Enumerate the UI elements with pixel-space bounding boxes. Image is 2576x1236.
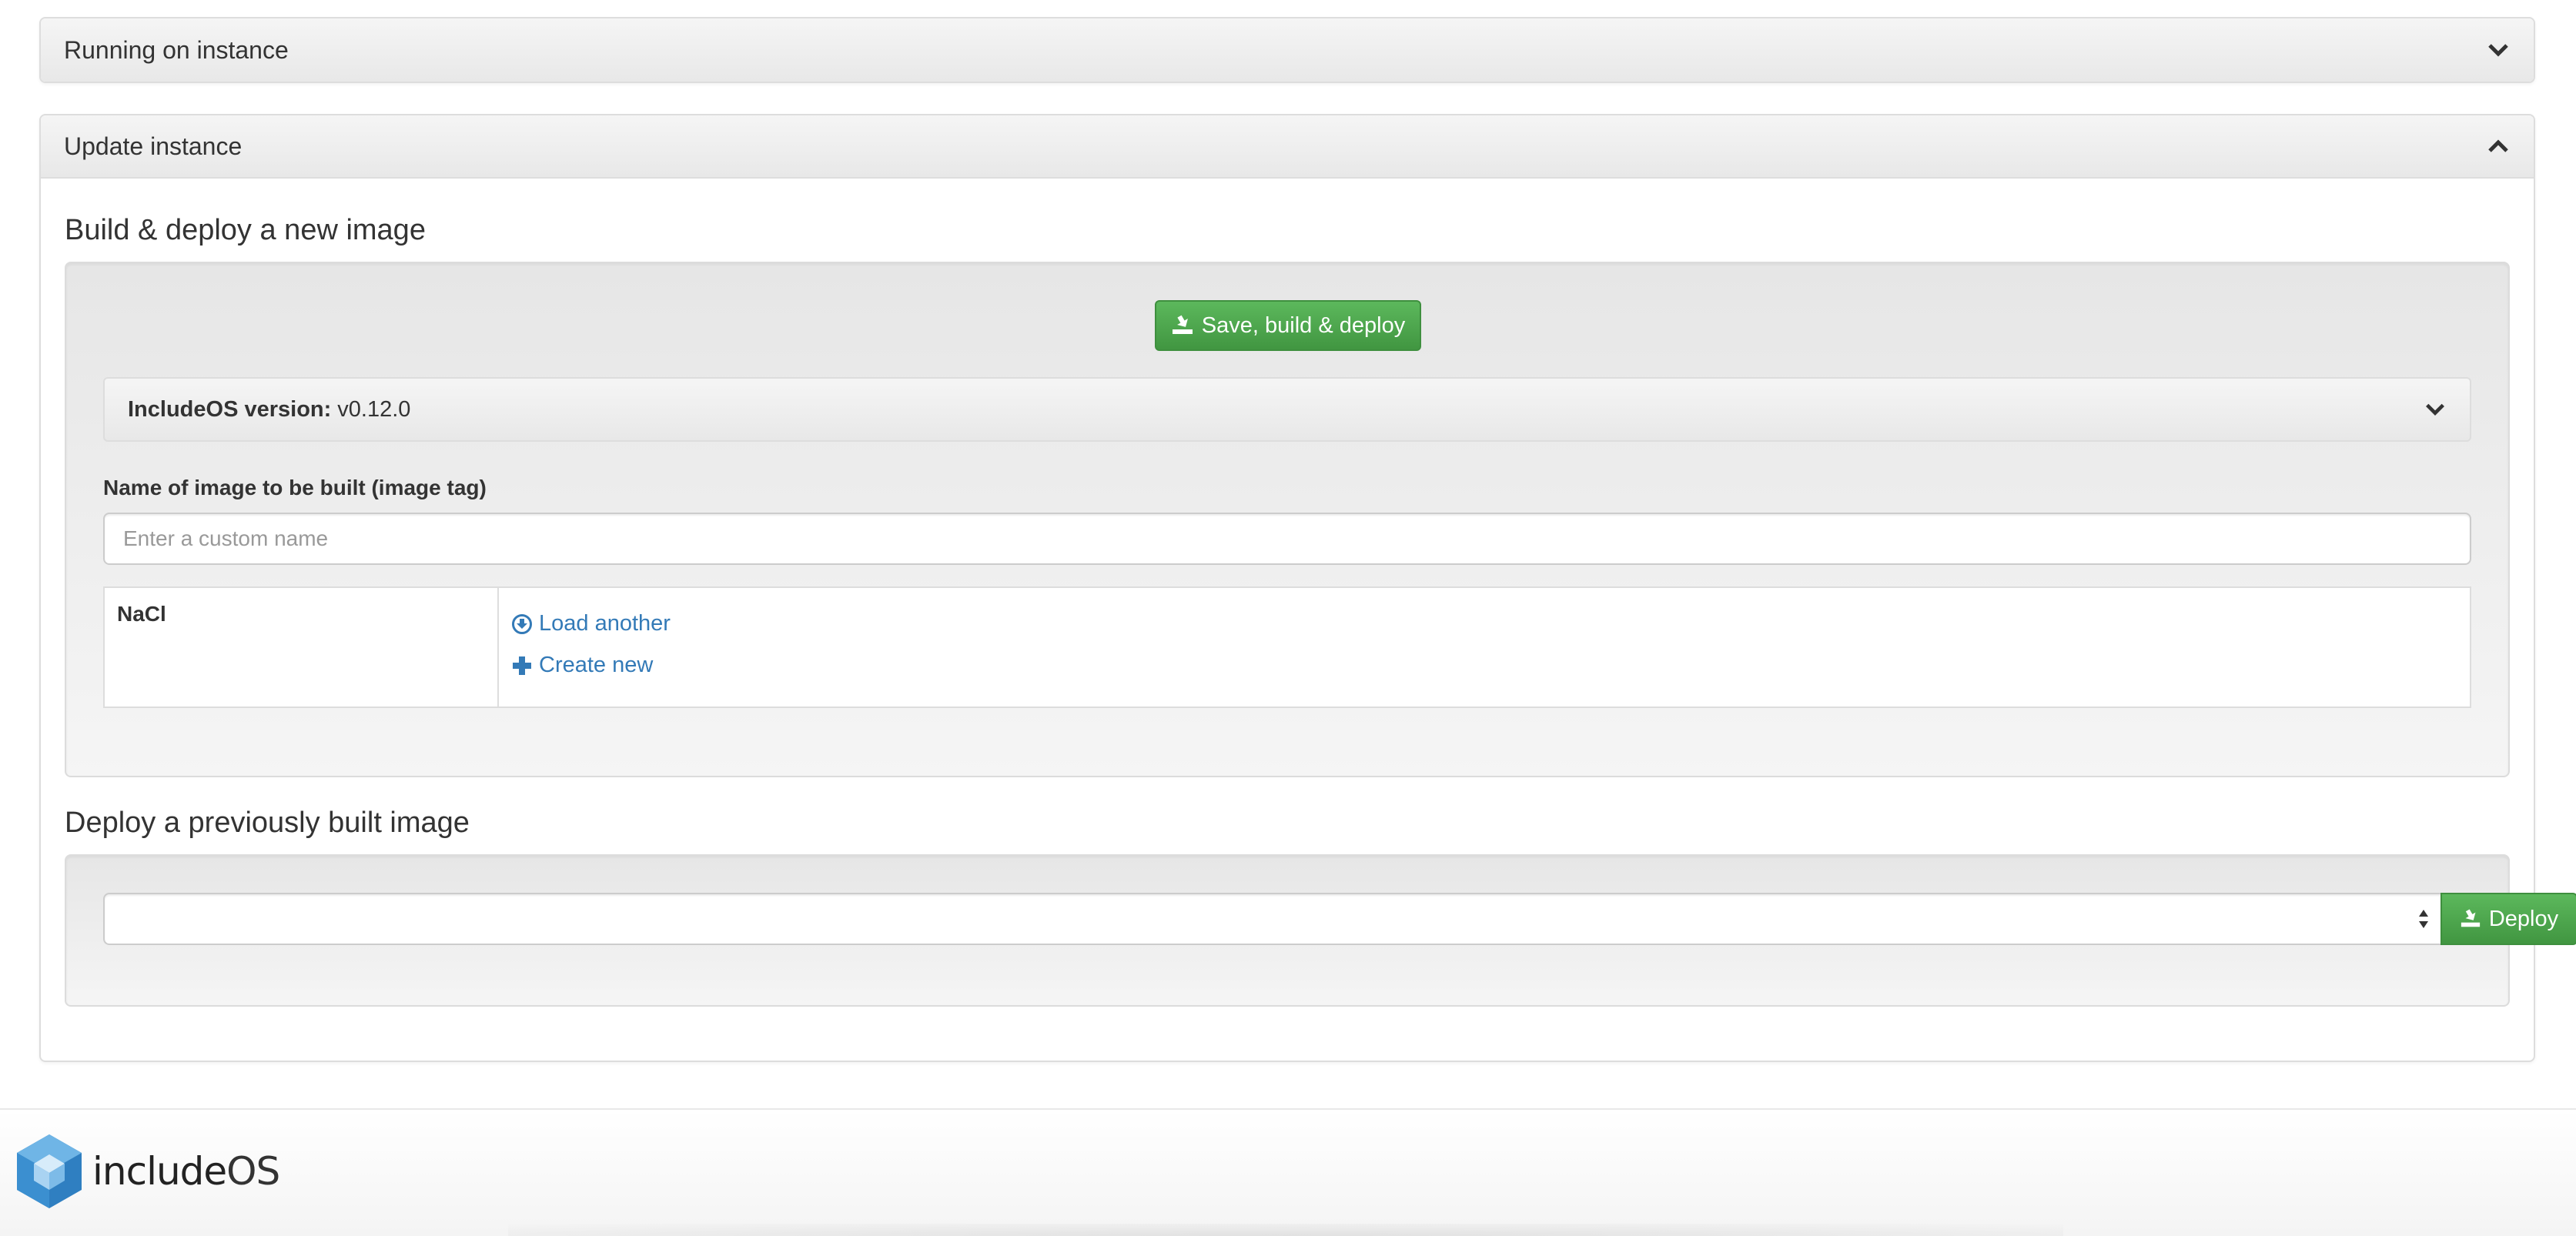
chevron-down-icon[interactable] xyxy=(2424,398,2447,421)
service-table: NaCl Load another Create new xyxy=(103,586,2471,708)
deploy-button[interactable]: Deploy xyxy=(2441,893,2576,945)
download-tray-icon xyxy=(2461,909,2480,927)
includeos-logo[interactable]: includeOS xyxy=(15,1133,280,1210)
logo-include-text: include xyxy=(92,1149,227,1194)
load-another-link[interactable]: Load another xyxy=(511,611,671,636)
deploy-section-title: Deploy a previously built image xyxy=(65,807,470,839)
running-on-instance-title: Running on instance xyxy=(64,35,289,64)
includeos-cube-icon xyxy=(17,1134,82,1208)
service-name: NaCl xyxy=(105,588,499,707)
image-name-input[interactable] xyxy=(103,513,2471,565)
build-well: Save, build & deploy IncludeOS version: … xyxy=(65,262,2510,777)
load-another-label: Load another xyxy=(539,611,671,636)
includeos-version-panel[interactable]: IncludeOS version: v0.12.0 xyxy=(103,377,2471,442)
update-instance-title: Update instance xyxy=(64,132,243,160)
circle-arrow-down-icon xyxy=(512,613,532,634)
update-instance-header[interactable]: Update instance xyxy=(41,115,2534,179)
download-tray-icon xyxy=(1172,315,1193,334)
includeos-version-label: IncludeOS version: xyxy=(128,396,332,422)
footer-shadow xyxy=(508,1224,2063,1236)
running-on-instance-panel: Running on instance xyxy=(39,17,2535,83)
running-on-instance-header[interactable]: Running on instance xyxy=(41,18,2534,82)
plus-icon xyxy=(513,656,531,675)
chevron-down-icon[interactable] xyxy=(2486,38,2511,62)
create-new-link[interactable]: Create new xyxy=(511,653,653,678)
create-new-label: Create new xyxy=(539,653,654,677)
footer: includeOS xyxy=(0,1108,2576,1236)
includeos-version-value: v0.12.0 xyxy=(337,396,411,422)
deploy-well: Deploy xyxy=(65,854,2576,1007)
save-build-deploy-button[interactable]: Save, build & deploy xyxy=(1155,300,1421,351)
build-section-title: Build & deploy a new image xyxy=(65,214,426,246)
save-build-deploy-label: Save, build & deploy xyxy=(1201,312,1406,338)
sort-arrows-icon xyxy=(2419,910,2428,928)
deploy-label: Deploy xyxy=(2488,906,2559,931)
image-name-label: Name of image to be built (image tag) xyxy=(103,476,487,499)
logo-os-text: OS xyxy=(226,1149,280,1194)
includeos-logo-text: includeOS xyxy=(92,1149,280,1194)
built-image-select[interactable] xyxy=(103,893,2441,945)
chevron-up-icon[interactable] xyxy=(2486,134,2511,159)
update-instance-panel: Update instance Build & deploy a new ima… xyxy=(39,114,2576,1062)
